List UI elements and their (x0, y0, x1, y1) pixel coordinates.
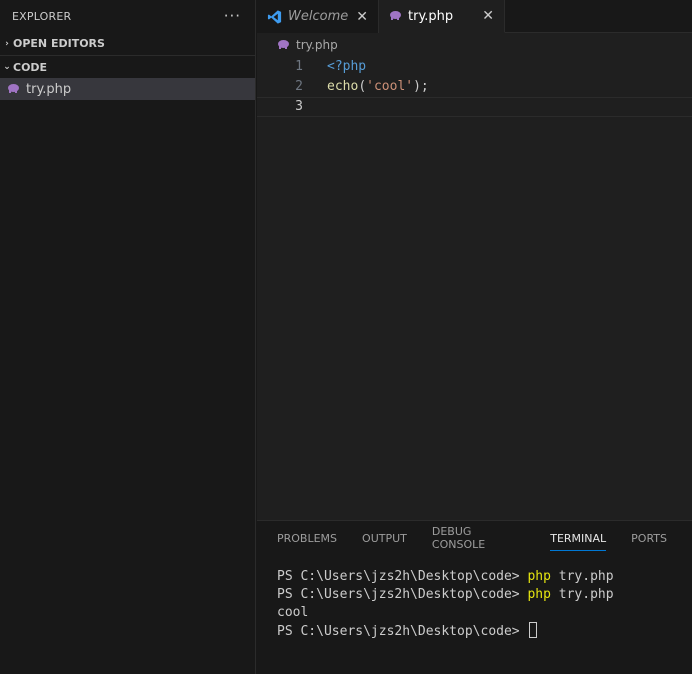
code-folder-label: CODE (13, 60, 48, 74)
code-editor[interactable]: 1 <?php 2 echo('cool'); 3 (257, 57, 692, 117)
terminal-prompt: PS C:\Users\jzs2h\Desktop\code> (277, 624, 528, 639)
tab-welcome[interactable]: Welcome ✕ (257, 0, 379, 33)
vscode-logo-icon (267, 9, 282, 24)
code-token: <?php (327, 59, 367, 74)
terminal-line: PS C:\Users\jzs2h\Desktop\code> php try.… (277, 568, 692, 586)
code-line[interactable]: 2 echo('cool'); (257, 77, 692, 97)
explorer-title: EXPLORER (12, 9, 72, 23)
line-number: 1 (295, 59, 303, 74)
terminal-line: PS C:\Users\jzs2h\Desktop\code> (277, 622, 692, 640)
code-line[interactable]: 1 <?php (257, 57, 692, 77)
terminal-prompt: PS C:\Users\jzs2h\Desktop\code> (277, 569, 528, 584)
terminal-line: PS C:\Users\jzs2h\Desktop\code> php try.… (277, 586, 692, 604)
editor-area: Welcome ✕ try.php ✕ try.php 1 <?php 2 echo(… (257, 0, 692, 674)
open-editors-label: OPEN EDITORS (13, 37, 105, 50)
terminal-prompt: PS C:\Users\jzs2h\Desktop\code> (277, 587, 528, 602)
chevron-right-icon: › (5, 38, 9, 49)
chevron-down-icon: ⌄ (3, 62, 11, 72)
breadcrumb-file: try.php (296, 38, 338, 52)
close-icon[interactable]: ✕ (356, 9, 368, 25)
terminal-args: try.php (550, 587, 614, 602)
more-actions-icon[interactable]: ··· (224, 7, 241, 25)
file-item-try-php[interactable]: try.php (0, 78, 255, 100)
bottom-panel: PROBLEMS OUTPUT DEBUG CONSOLE TERMINAL PORTS… (257, 520, 692, 674)
terminal-output: cool (277, 605, 309, 620)
panel-tab-output[interactable]: OUTPUT (362, 521, 407, 555)
php-elephant-icon (7, 83, 20, 96)
close-icon[interactable]: ✕ (482, 8, 494, 24)
breadcrumb[interactable]: try.php (257, 33, 692, 57)
terminal-command: php (527, 569, 551, 584)
vscode-window: EXPLORER ··· › OPEN EDITORS ⌄ CODE try.p… (0, 0, 692, 674)
panel-tab-terminal[interactable]: TERMINAL (550, 521, 606, 555)
tab-welcome-label: Welcome (288, 9, 349, 24)
terminal[interactable]: PS C:\Users\jzs2h\Desktop\code> php try.… (257, 555, 692, 640)
panel-tabs: PROBLEMS OUTPUT DEBUG CONSOLE TERMINAL PORTS (257, 521, 692, 555)
code-token: 'cool' (366, 79, 414, 94)
tab-try-php[interactable]: try.php ✕ (379, 0, 505, 33)
code-token: echo (327, 79, 359, 94)
code-line[interactable]: 3 (257, 97, 692, 117)
line-number: 2 (295, 79, 303, 94)
code-token: ( (358, 79, 367, 94)
explorer-header: EXPLORER ··· (0, 0, 255, 32)
editor-tabs: Welcome ✕ try.php ✕ (257, 0, 692, 33)
code-text: <?php (303, 57, 692, 77)
explorer-sidebar: EXPLORER ··· › OPEN EDITORS ⌄ CODE try.p… (0, 0, 256, 674)
terminal-cursor (529, 622, 538, 638)
terminal-command: php (527, 587, 551, 602)
php-elephant-icon (389, 10, 402, 23)
open-editors-section[interactable]: › OPEN EDITORS (0, 32, 255, 56)
php-elephant-icon (277, 39, 290, 52)
tab-try-php-label: try.php (408, 8, 454, 24)
panel-tab-debug-console[interactable]: DEBUG CONSOLE (432, 521, 525, 555)
panel-tab-problems[interactable]: PROBLEMS (277, 521, 337, 555)
code-token: ); (413, 79, 429, 94)
panel-tab-ports[interactable]: PORTS (631, 521, 667, 555)
code-folder-section[interactable]: ⌄ CODE (0, 56, 255, 78)
file-name: try.php (26, 81, 72, 97)
line-number: 3 (295, 99, 303, 114)
terminal-line: cool (277, 604, 692, 622)
terminal-args: try.php (550, 569, 614, 584)
code-text: echo('cool'); (303, 77, 692, 97)
